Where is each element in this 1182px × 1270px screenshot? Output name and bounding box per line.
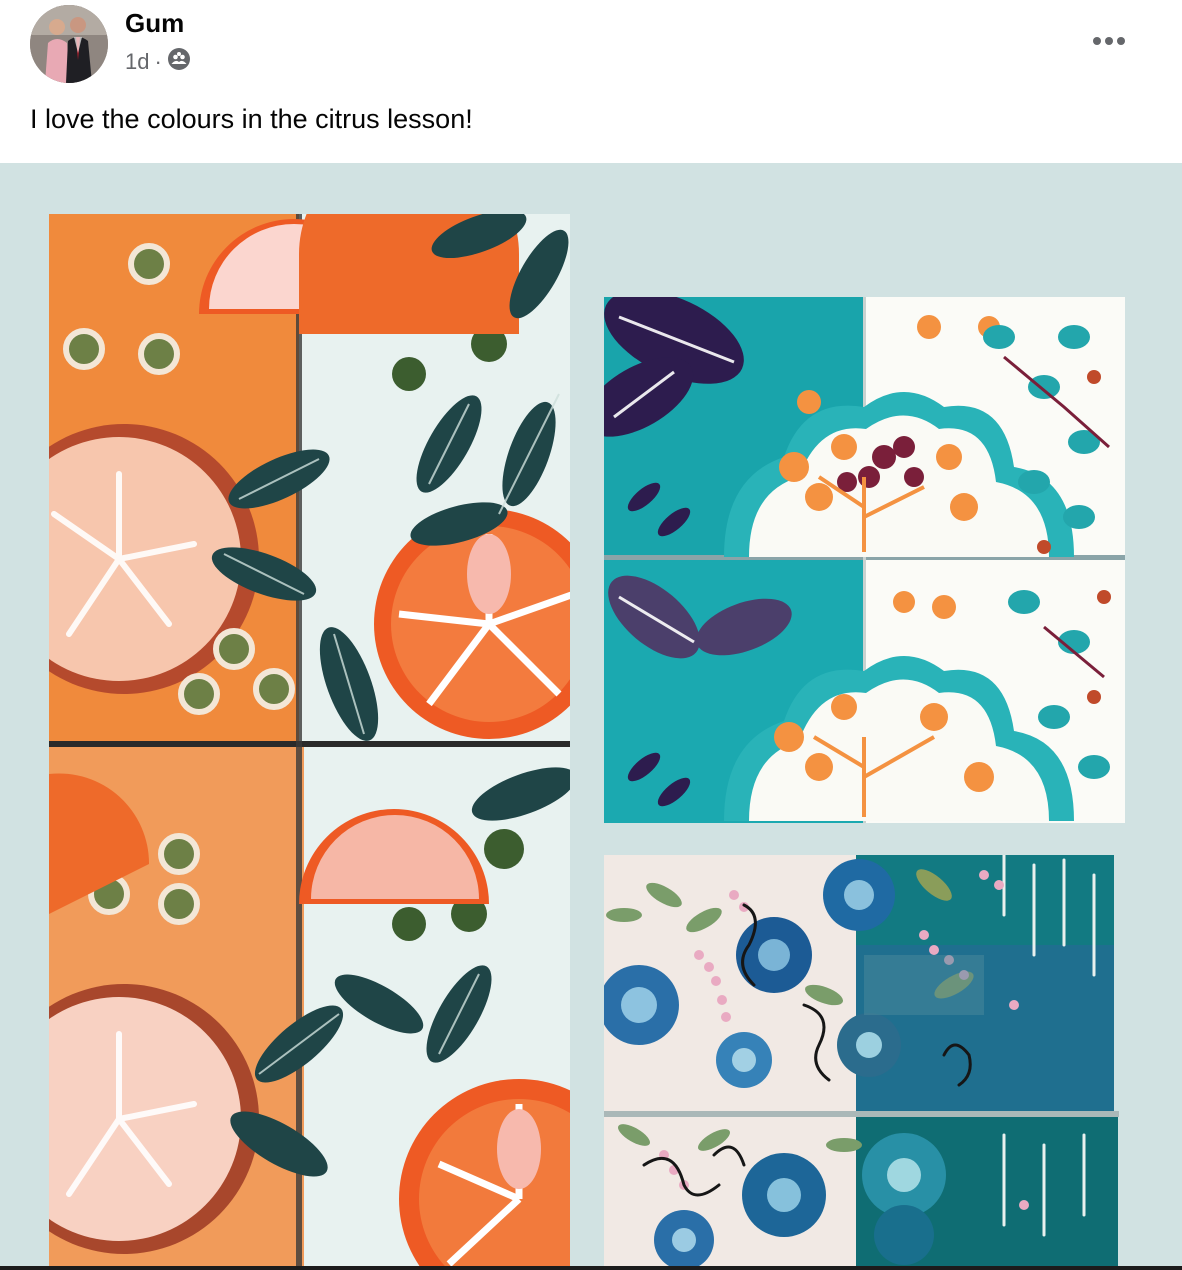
photo-teal-tree-painting[interactable] [604,297,1125,823]
photo-blue-floral-painting[interactable] [604,855,1125,1270]
photo-grid [0,163,1182,1270]
post-meta: 1d · [125,47,191,77]
more-options-icon[interactable] [1092,34,1126,46]
friends-icon[interactable] [167,47,191,77]
author-name[interactable]: Gum [125,8,184,39]
post-timestamp[interactable]: 1d [125,49,149,75]
post-text: I love the colours in the citrus lesson! [30,104,473,134]
photo-citrus-painting[interactable] [49,214,570,1270]
meta-separator: · [154,49,162,74]
post-header: Gum 1d · I love the colours in the citru… [0,0,1182,163]
profile-avatar[interactable] [30,5,108,83]
window-bottom-edge [0,1266,1182,1270]
